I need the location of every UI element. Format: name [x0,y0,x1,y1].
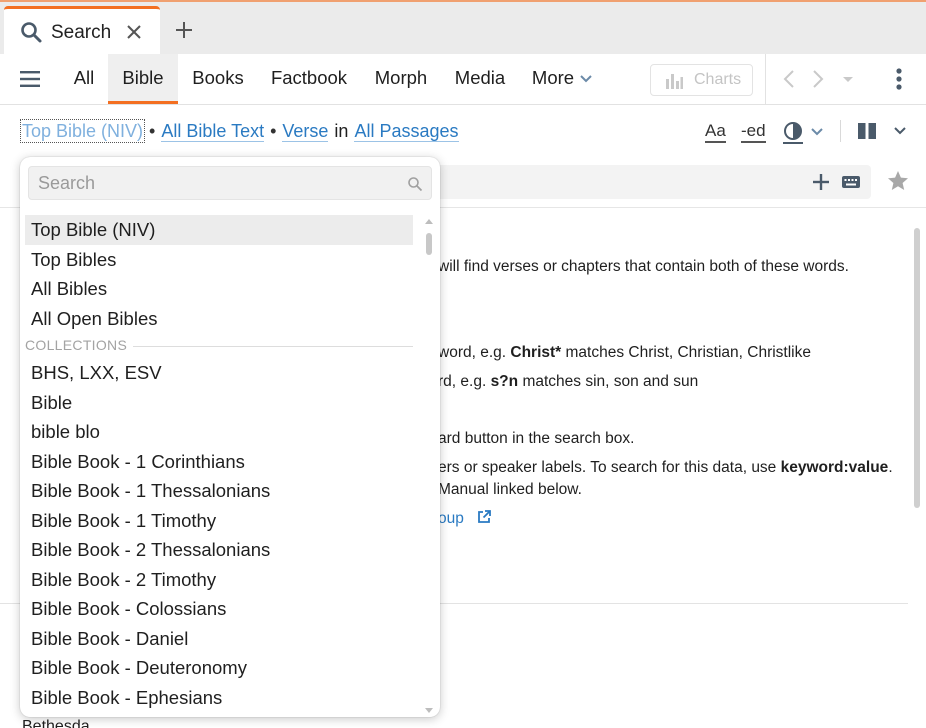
dropdown-item[interactable]: BHS, LXX, ESV [25,358,413,388]
hamburger-menu-icon[interactable] [19,69,41,89]
tools-divider [840,120,841,142]
dropdown-item[interactable]: Bible Book - 2 Timothy [25,565,413,595]
tab-books[interactable]: Books [182,54,254,104]
font-options-button[interactable]: Aa [705,121,726,143]
toolbar-divider [765,54,766,104]
help-line: word, e.g. Christ* matches Christ, Chris… [438,344,811,361]
dropdown-item[interactable]: Bible Book - Daniel [25,624,413,654]
charts-label: Charts [694,71,742,88]
more-options-icon[interactable] [890,67,908,91]
tab-strip: Search [0,0,926,56]
result-text-fragment: Bethesda [22,718,90,728]
tab-more[interactable]: More [524,54,600,104]
dropdown-scrollbar[interactable] [424,219,434,713]
scroll-up-arrow-icon[interactable] [425,219,433,224]
word-forms-button[interactable]: -ed [741,121,766,143]
dropdown-item[interactable]: All Bibles [25,274,413,304]
chevron-down-icon[interactable] [893,126,907,136]
scrollbar-thumb[interactable] [914,228,920,508]
search-icon [21,22,42,43]
forward-icon[interactable] [810,69,826,89]
dropdown-item[interactable]: Bible Book - Ephesians [25,683,413,713]
help-line: will find verses or chapters that contai… [438,258,849,275]
history-dropdown-icon[interactable] [840,69,856,89]
dropdown-item[interactable]: Bible Book - 2 Thessalonians [25,535,413,565]
tab-factbook[interactable]: Factbook [262,54,356,104]
help-line: Manual linked below. [438,481,582,498]
back-icon[interactable] [781,69,797,89]
tab-morph[interactable]: Morph [364,54,438,104]
tab-bible[interactable]: Bible [108,54,178,104]
unit-selector-link[interactable]: Verse [282,121,329,142]
search-icon [408,177,423,192]
separator-dot: • [149,121,156,141]
in-word: in [334,121,349,141]
resource-dropdown: Top Bible (NIV) Top Bibles All Bibles Al… [20,157,440,717]
text-selector-link[interactable]: All Bible Text [161,121,265,142]
star-icon[interactable] [886,169,910,193]
dropdown-item[interactable]: Bible Book - Deuteronomy [25,653,413,683]
dropdown-item[interactable]: Bible Book - Colossians [25,594,413,624]
dropdown-item[interactable]: bible blo [25,417,413,447]
dropdown-list: Top Bible (NIV) Top Bibles All Bibles Al… [25,215,413,712]
section-rule [133,346,413,347]
scroll-down-arrow-icon[interactable] [425,708,433,713]
section-label: COLLECTIONS [25,337,128,353]
separator-dot: • [270,121,277,141]
chevron-down-icon [580,75,592,83]
keyboard-icon[interactable] [841,174,861,190]
close-icon[interactable] [124,22,144,42]
search-scope-line: Top Bible (NIV) • All Bible Text • Verse in Al… [19,119,459,143]
resource-selector-link[interactable]: Top Bible (NIV) [19,119,146,143]
help-line: ers or speaker labels. To search for thi… [438,459,893,476]
bar-chart-icon [666,74,683,89]
dropdown-item[interactable]: Bible Book - 1 Thessalonians [25,476,413,506]
dropdown-item[interactable]: Top Bibles [25,245,413,275]
help-link[interactable]: oup [438,509,492,528]
range-selector-link[interactable]: All Passages [354,121,459,142]
dropdown-item[interactable]: Top Bible (NIV) [25,215,413,245]
add-icon[interactable] [811,172,831,192]
add-tab-icon[interactable] [172,18,196,42]
tab-more-label: More [531,67,575,88]
visual-filter-icon[interactable] [782,121,804,145]
collections-section-header: COLLECTIONS [25,333,413,358]
dropdown-item[interactable]: Bible Book - 1 Timothy [25,506,413,536]
chevron-down-icon[interactable] [810,127,824,137]
dropdown-item[interactable]: Bible Book - 1 Corinthians [25,447,413,477]
tab-media[interactable]: Media [446,54,514,104]
help-line: rd, e.g. s?n matches sin, son and sun [438,373,699,390]
help-line: ard button in the search box. [438,430,635,447]
split-view-icon[interactable] [857,122,877,140]
dropdown-item[interactable]: All Open Bibles [25,304,413,334]
scrollbar-thumb[interactable] [426,233,432,255]
dropdown-search-input[interactable] [38,171,398,195]
dropdown-search-box[interactable] [28,166,432,200]
tab-title: Search [51,22,112,43]
search-type-toolbar: All Bible Books Factbook Morph Media Mor… [0,54,926,105]
dropdown-item[interactable]: Bible [25,388,413,418]
tab-all[interactable]: All [62,54,106,104]
external-link-icon [478,510,492,523]
search-panel-tab[interactable]: Search [4,6,160,56]
main-scrollbar[interactable] [912,212,922,717]
charts-button[interactable]: Charts [650,64,753,96]
